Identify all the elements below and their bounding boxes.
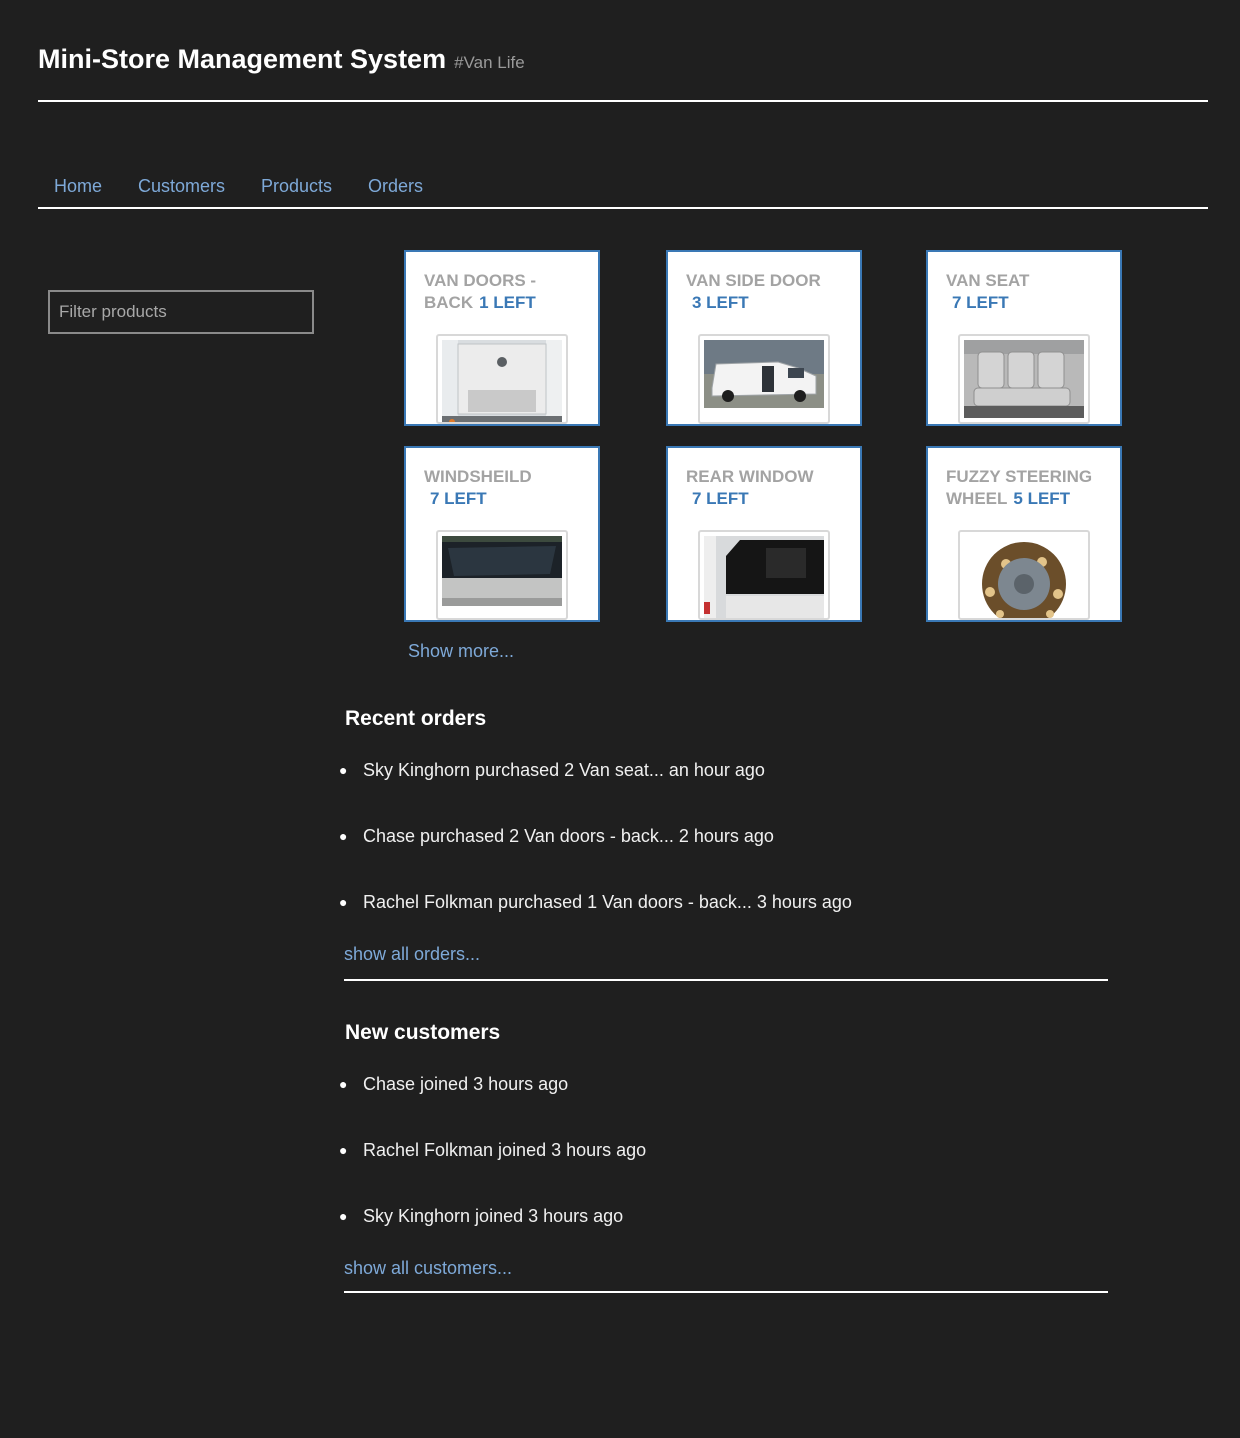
product-card[interactable]: Van doors - back 1 LEFT [404,250,600,426]
order-text: Chase purchased 2 Van doors - back... 2 … [363,826,774,846]
list-item: ● Rachel Folkman joined 3 hours ago [339,1139,647,1205]
nav-home[interactable]: Home [54,176,102,197]
product-image [436,334,568,424]
new-customers-title: New customers [345,1021,501,1044]
product-stock: 7 LEFT [692,489,749,508]
show-all-customers-link[interactable]: show all customers... [344,1258,512,1279]
nav-orders[interactable]: Orders [368,176,423,197]
product-card[interactable]: Van side door 3 LEFT [666,250,862,426]
new-customers-list: ● Chase joined 3 hours ago ● Rachel Folkma… [339,1073,647,1271]
bullet-icon: ● [339,762,348,778]
product-image [958,334,1090,424]
site-title: Mini-Store Management System [38,44,447,74]
product-title: Rear window 7 LEFT [686,466,856,510]
product-title: Fuzzy steering wheel 5 LEFT [946,466,1116,510]
product-stock: 5 LEFT [1013,489,1071,508]
product-title: Van seat 7 LEFT [946,270,1116,314]
recent-orders-title: Recent orders [345,707,487,730]
product-stock: 7 LEFT [430,489,487,508]
product-name: Van side door [686,271,821,290]
site-tag: #Van Life [454,53,525,72]
customer-text: Rachel Folkman joined 3 hours ago [363,1140,647,1160]
nav-products[interactable]: Products [261,176,332,197]
order-text: Rachel Folkman purchased 1 Van doors - b… [363,892,852,912]
product-stock: 1 LEFT [479,293,536,312]
bullet-icon: ● [339,828,348,844]
product-name: Van seat [946,271,1030,290]
product-card[interactable]: Van seat 7 LEFT [926,250,1122,426]
product-name: Windsheild [424,467,532,486]
product-image [698,530,830,620]
product-title: Windsheild 7 LEFT [424,466,594,510]
product-card[interactable]: Windsheild 7 LEFT [404,446,600,622]
main-nav: Home Customers Products Orders [38,162,1208,209]
product-title: Van doors - back 1 LEFT [424,270,594,314]
product-image [698,334,830,424]
bullet-icon: ● [339,1142,348,1158]
show-more-products-link[interactable]: Show more... [408,641,514,662]
list-item: ● Sky Kinghorn purchased 2 Van seat... an… [339,759,852,825]
nav-customers[interactable]: Customers [138,176,225,197]
product-card[interactable]: Rear window 7 LEFT [666,446,862,622]
customer-text: Sky Kinghorn joined 3 hours ago [363,1206,624,1226]
bullet-icon: ● [339,894,348,910]
show-all-orders-link[interactable]: show all orders... [344,944,480,965]
product-title: Van side door 3 LEFT [686,270,856,314]
order-text: Sky Kinghorn purchased 2 Van seat... an … [363,760,765,780]
recent-orders-list: ● Sky Kinghorn purchased 2 Van seat... an… [339,759,852,957]
product-card[interactable]: Fuzzy steering wheel 5 LEFT [926,446,1122,622]
product-image [958,530,1090,620]
filter-products-input[interactable] [48,290,314,334]
bullet-icon: ● [339,1076,348,1092]
list-item: ● Chase purchased 2 Van doors - back... 2… [339,825,852,891]
recent-orders-section: Recent orders ● Sky Kinghorn purchased 2 … [339,707,1108,981]
new-customers-section: New customers ● Chase joined 3 hours ago … [339,1021,1108,1293]
product-stock: 3 LEFT [692,293,749,312]
bullet-icon: ● [339,1208,348,1224]
header: Mini-Store Management System #Van Life [38,44,1208,102]
customer-text: Chase joined 3 hours ago [363,1074,569,1094]
product-stock: 7 LEFT [952,293,1009,312]
product-name: Rear window [686,467,814,486]
list-item: ● Chase joined 3 hours ago [339,1073,646,1139]
product-image [436,530,568,620]
